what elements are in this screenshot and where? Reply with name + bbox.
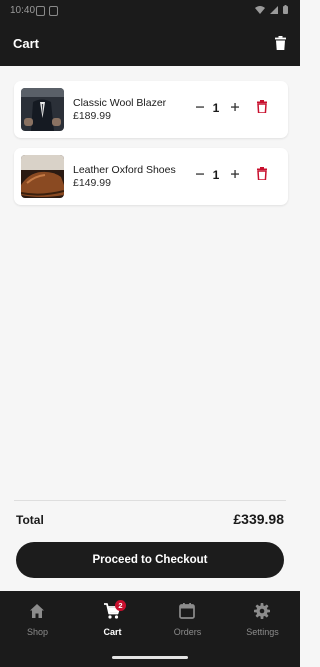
notification-icon xyxy=(36,6,45,16)
decrease-quantity-button[interactable] xyxy=(193,100,207,114)
remove-item-icon[interactable] xyxy=(257,100,267,113)
page-title: Cart xyxy=(13,36,40,51)
total-label: Total xyxy=(16,513,44,527)
clear-cart-icon[interactable] xyxy=(275,36,286,50)
home-indicator[interactable] xyxy=(112,656,188,659)
product-name: Classic Wool Blazer xyxy=(73,97,167,109)
cart-item: Leather Oxford Shoes £149.99 1 xyxy=(14,148,288,205)
decrease-quantity-button[interactable] xyxy=(193,167,207,181)
app-bar: Cart xyxy=(0,24,300,66)
increase-quantity-button[interactable] xyxy=(228,167,242,181)
status-bar: 10:40 xyxy=(0,0,300,24)
notification-icon xyxy=(49,6,58,16)
product-image-blazer[interactable] xyxy=(21,88,64,131)
increase-quantity-button[interactable] xyxy=(228,100,242,114)
status-time: 10:40 xyxy=(10,5,36,16)
cart-count-badge: 2 xyxy=(115,600,126,611)
nav-item-settings[interactable]: Settings xyxy=(225,591,300,645)
gear-icon xyxy=(254,603,270,619)
battery-icon xyxy=(283,5,288,14)
total-value: £339.98 xyxy=(233,511,284,527)
quantity-value: 1 xyxy=(212,101,220,115)
product-image-shoes[interactable] xyxy=(21,155,64,198)
remove-item-icon[interactable] xyxy=(257,167,267,180)
summary-divider xyxy=(14,500,286,501)
signal-icon xyxy=(270,5,278,14)
calendar-icon xyxy=(179,603,195,619)
notification-icons xyxy=(36,6,58,16)
nav-label: Orders xyxy=(173,627,202,637)
nav-item-orders[interactable]: Orders xyxy=(150,591,225,645)
home-icon xyxy=(30,604,44,618)
product-price: £149.99 xyxy=(73,177,111,189)
quantity-value: 1 xyxy=(212,168,220,182)
checkout-button[interactable]: Proceed to Checkout xyxy=(16,542,284,578)
nav-label: Cart xyxy=(103,627,122,637)
nav-item-cart[interactable]: 2 Cart xyxy=(75,591,150,645)
wifi-icon xyxy=(255,5,265,14)
cart-item: Classic Wool Blazer £189.99 1 xyxy=(14,81,288,138)
nav-label: Shop xyxy=(26,627,49,637)
nav-label: Settings xyxy=(246,627,279,637)
product-name: Leather Oxford Shoes xyxy=(73,164,176,176)
bottom-navigation: Shop 2 Cart Orders Settings xyxy=(0,591,300,667)
nav-item-shop[interactable]: Shop xyxy=(0,591,75,645)
system-icons xyxy=(255,5,288,14)
product-price: £189.99 xyxy=(73,110,111,122)
